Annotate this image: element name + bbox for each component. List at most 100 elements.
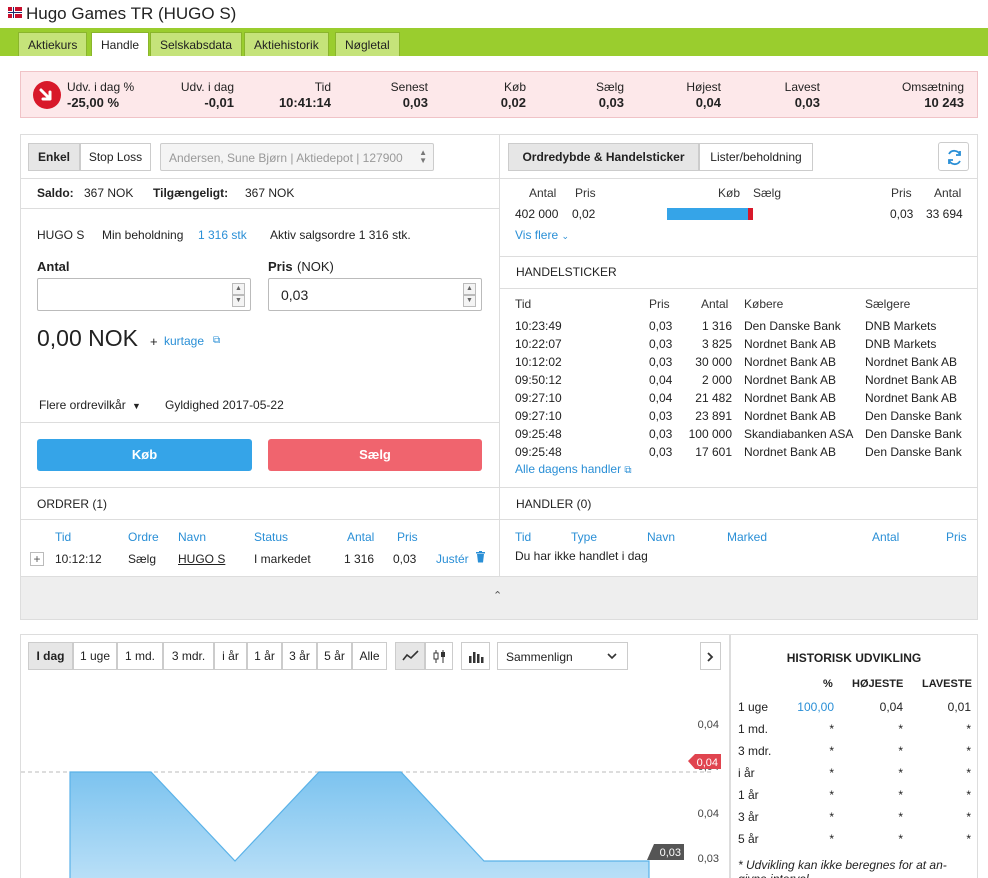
depth-bar — [667, 208, 753, 220]
tab-handle[interactable]: Handle — [91, 32, 150, 56]
price-down-button[interactable]: ▼ — [463, 295, 476, 307]
compare-dropdown[interactable]: Sammenlign — [497, 642, 628, 670]
ticker-header-price: Pris — [649, 297, 670, 311]
adjust-order-link[interactable]: Justér — [436, 552, 469, 566]
orders-header-type[interactable]: Ordre — [128, 530, 159, 544]
history-note: * Udvikling kan ikke beregnes for at an-… — [738, 858, 947, 878]
ticker-cell: 10:22:07 — [515, 337, 562, 351]
brokerage-link[interactable]: kurtage — [164, 334, 204, 348]
orders-header-name[interactable]: Navn — [178, 530, 206, 544]
tab-order-depth[interactable]: Ordredybde & Handelsticker — [508, 143, 699, 171]
period-tab[interactable]: 1 uge — [73, 642, 117, 670]
history-cell: 0,04 — [879, 700, 903, 714]
refresh-button[interactable] — [938, 142, 969, 171]
history-cell: * — [966, 744, 971, 758]
trades-header-market[interactable]: Marked — [727, 530, 767, 544]
depth-buy-bar — [667, 208, 748, 220]
collapse-bar[interactable]: ⌃ — [21, 576, 977, 619]
history-title: HISTORISK UDVIKLING — [786, 651, 922, 665]
trades-header-time[interactable]: Tid — [515, 530, 531, 544]
period-tab[interactable]: Alle — [352, 642, 387, 670]
tab-lists-holdings[interactable]: Lister/beholdning — [699, 143, 813, 171]
ticker-cell: Den Danske Bank — [865, 445, 962, 459]
period-tab[interactable]: 1 år — [247, 642, 282, 670]
period-tab[interactable]: i år — [214, 642, 247, 670]
chevron-down-icon: ▼ — [132, 401, 141, 411]
tab-simple-order[interactable]: Enkel — [28, 143, 80, 171]
more-terms-dropdown[interactable]: Flere ordrevilkår ▼ — [39, 398, 141, 412]
tab-stop-loss[interactable]: Stop Loss — [80, 143, 151, 171]
trades-header-type[interactable]: Type — [571, 530, 597, 544]
qty-up-button[interactable]: ▲ — [232, 283, 245, 295]
ticker-cell: 100 000 — [688, 427, 732, 441]
validity-date[interactable]: Gyldighed 2017-05-22 — [165, 398, 284, 412]
nav-bar: Aktiekurs Handle Selskabsdata Aktiehisto… — [0, 28, 988, 56]
candlestick-toggle[interactable] — [425, 642, 453, 670]
orders-header-qty[interactable]: Antal — [347, 530, 374, 544]
ticker-cell: 3 825 — [701, 337, 732, 351]
price-unit: (NOK) — [297, 259, 334, 274]
price-up-button[interactable]: ▲ — [463, 283, 476, 295]
volume-toggle[interactable] — [461, 642, 490, 670]
qty-down-button[interactable]: ▼ — [232, 295, 245, 307]
panel-divider — [499, 134, 500, 576]
history-cell: * — [898, 788, 903, 802]
price-input[interactable]: 0,03 ▲ ▼ — [268, 278, 482, 311]
orders-header-price[interactable]: Pris — [397, 530, 418, 544]
qty-input[interactable]: ▲ ▼ — [37, 278, 251, 311]
history-cell: * — [966, 766, 971, 780]
price-chart: 0,040,040,040,03 0,04 0,03 — [21, 719, 721, 878]
ticker-cell: Nordnet Bank AB — [744, 445, 837, 459]
all-trades-link[interactable]: Alle dagens handler ⧉ — [515, 462, 632, 476]
ticker-cell: 10:23:49 — [515, 319, 562, 333]
line-chart-toggle[interactable] — [395, 642, 425, 670]
tab-aktiehistorik[interactable]: Aktiehistorik — [244, 32, 329, 56]
orders-header-time[interactable]: Tid — [55, 530, 71, 544]
account-select[interactable]: Andersen, Sune Bjørn | Aktiedepot | 1279… — [160, 143, 434, 171]
ticker-symbol: HUGO S — [37, 228, 85, 242]
history-cell: * — [898, 722, 903, 736]
period-tab[interactable]: 3 år — [282, 642, 317, 670]
order-qty: 1 316 — [344, 552, 375, 566]
sell-button[interactable]: Sælg — [268, 439, 482, 471]
trades-header-qty[interactable]: Antal — [872, 530, 899, 544]
trash-icon[interactable] — [475, 551, 486, 566]
quote-change: Udv. i dag -0,01 — [180, 80, 234, 110]
ticker-cell: Nordnet Bank AB — [865, 355, 958, 369]
expand-order-button[interactable]: + — [30, 552, 44, 566]
ticker-cell: 17 601 — [695, 445, 732, 459]
y-tick-label: 0,04 — [698, 719, 719, 731]
tab-selskabsdata[interactable]: Selskabsdata — [150, 32, 243, 56]
quote-bid: Køb 0,02 — [500, 80, 526, 110]
history-cell: * — [829, 788, 834, 802]
period-tab[interactable]: 5 år — [317, 642, 352, 670]
chevron-up-icon: ⌃ — [493, 590, 503, 602]
depth-bid-qty: 402 000 — [515, 207, 559, 221]
history-cell: * — [898, 766, 903, 780]
chevron-down-icon — [607, 653, 617, 660]
orders-header-status[interactable]: Status — [254, 530, 288, 544]
select-arrows-icon: ▲ ▼ — [419, 148, 427, 165]
period-tab[interactable]: 3 mdr. — [163, 642, 214, 670]
min-holding-link[interactable]: 1 316 stk — [198, 228, 247, 242]
history-cell: * — [829, 766, 834, 780]
min-holding-label: Min beholdning — [102, 228, 184, 242]
tab-noegletal[interactable]: Nøgletal — [335, 32, 400, 56]
quote-last: Senest 0,03 — [390, 80, 428, 110]
period-tab[interactable]: 1 md. — [117, 642, 163, 670]
ticker-cell: 09:25:48 — [515, 427, 562, 441]
depth-header-sell: Sælg — [753, 186, 782, 200]
available-label: Tilgængeligt: — [153, 186, 229, 200]
quote-turnover: Omsætning 10 243 — [901, 80, 964, 110]
show-more-link[interactable]: Vis flere ⌄ — [515, 228, 569, 242]
marker-high-label: 0,04 — [697, 757, 718, 769]
order-name-link[interactable]: HUGO S — [178, 552, 225, 566]
chart-next-button[interactable] — [700, 642, 721, 670]
period-tab[interactable]: I dag — [28, 642, 73, 670]
ticker-header-time: Tid — [515, 297, 532, 311]
trades-header-name[interactable]: Navn — [647, 530, 675, 544]
tab-aktiekurs[interactable]: Aktiekurs — [18, 32, 88, 56]
trades-header-price[interactable]: Pris — [946, 530, 967, 544]
price-area-series — [69, 771, 650, 878]
buy-button[interactable]: Køb — [37, 439, 252, 471]
